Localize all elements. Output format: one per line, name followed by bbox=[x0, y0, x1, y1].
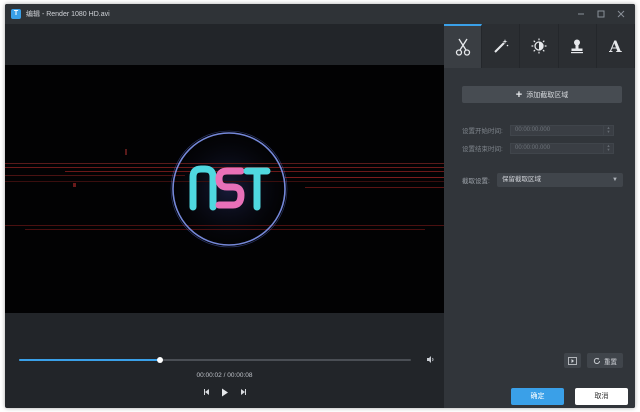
preview-clip-icon bbox=[568, 356, 577, 365]
plus-icon: + bbox=[515, 88, 523, 101]
maximize-icon[interactable] bbox=[591, 4, 611, 24]
next-frame-icon[interactable] bbox=[237, 385, 249, 399]
start-time-label: 设置开始时间: bbox=[462, 128, 503, 135]
playback-controls bbox=[5, 385, 444, 399]
editor-window: T 编辑 - Render 1080 HD.avi 00:00:02 / 00:… bbox=[5, 4, 635, 408]
cut-mode-label: 截取设置: bbox=[462, 178, 490, 185]
magic-wand-icon bbox=[494, 39, 509, 53]
close-icon[interactable] bbox=[611, 4, 631, 24]
scissors-icon bbox=[455, 38, 470, 56]
start-time-value: 00:00:00.000 bbox=[515, 126, 551, 133]
volume-icon[interactable] bbox=[426, 355, 438, 365]
text-a-icon: A bbox=[609, 36, 622, 56]
chevron-down-icon: ▼ bbox=[612, 177, 618, 183]
play-icon[interactable] bbox=[219, 385, 231, 399]
edit-panel: A + 添加截取区域 设置开始时间: 00:00:00.000 ▲ ▼ 设置结束时… bbox=[444, 24, 635, 408]
prev-frame-icon[interactable] bbox=[201, 385, 213, 399]
tab-text[interactable]: A bbox=[597, 24, 635, 68]
tab-cut[interactable] bbox=[444, 24, 483, 68]
window-controls bbox=[571, 4, 631, 24]
tab-watermark[interactable] bbox=[559, 24, 597, 68]
brightness-icon bbox=[531, 38, 547, 54]
seek-bar-row bbox=[19, 355, 439, 365]
video-frame[interactable] bbox=[5, 65, 444, 313]
app-icon: T bbox=[11, 9, 21, 19]
title-bar: T 编辑 - Render 1080 HD.avi bbox=[5, 4, 635, 24]
cut-mode-value: 保留截取区域 bbox=[502, 176, 541, 183]
start-time-row: 设置开始时间: 00:00:00.000 ▲ ▼ bbox=[462, 124, 627, 136]
tab-effects[interactable] bbox=[482, 24, 521, 68]
ok-button[interactable]: 确定 bbox=[511, 388, 564, 405]
add-cut-region-label: 添加截取区域 bbox=[526, 91, 569, 99]
window-title: 编辑 - Render 1080 HD.avi bbox=[26, 11, 110, 18]
stamp-icon bbox=[571, 39, 584, 54]
time-readout: 00:00:02 / 00:00:08 bbox=[196, 372, 253, 379]
cut-mode-row: 截取设置: 保留截取区域 ▼ bbox=[462, 173, 627, 187]
start-time-stepper[interactable]: ▲ ▼ bbox=[603, 125, 613, 135]
edit-tabs: A bbox=[444, 24, 635, 68]
cancel-button[interactable]: 取消 bbox=[575, 388, 628, 405]
reset-button[interactable]: 重置 bbox=[587, 353, 623, 368]
cut-mode-select[interactable]: 保留截取区域 ▼ bbox=[497, 173, 623, 187]
start-time-input[interactable]: 00:00:00.000 ▲ ▼ bbox=[510, 124, 614, 136]
end-time-label: 设置结束时间: bbox=[462, 146, 503, 153]
minimize-icon[interactable] bbox=[571, 4, 591, 24]
reset-icon bbox=[593, 357, 600, 364]
reset-label: 重置 bbox=[604, 358, 617, 366]
end-time-stepper[interactable]: ▲ ▼ bbox=[603, 143, 613, 153]
seek-bar-fill bbox=[19, 359, 161, 361]
tab-adjust[interactable] bbox=[520, 24, 559, 68]
seek-bar[interactable] bbox=[19, 357, 411, 363]
preview-clip-button[interactable] bbox=[564, 353, 581, 368]
add-cut-region-button[interactable]: + 添加截取区域 bbox=[462, 86, 622, 103]
end-time-row: 设置结束时间: 00:00:00.000 ▲ ▼ bbox=[462, 142, 627, 154]
end-time-value: 00:00:00.000 bbox=[515, 144, 551, 151]
end-time-input[interactable]: 00:00:00.000 ▲ ▼ bbox=[510, 142, 614, 154]
preview-area: 00:00:02 / 00:00:08 bbox=[5, 24, 444, 396]
seek-bar-thumb[interactable] bbox=[157, 357, 164, 363]
